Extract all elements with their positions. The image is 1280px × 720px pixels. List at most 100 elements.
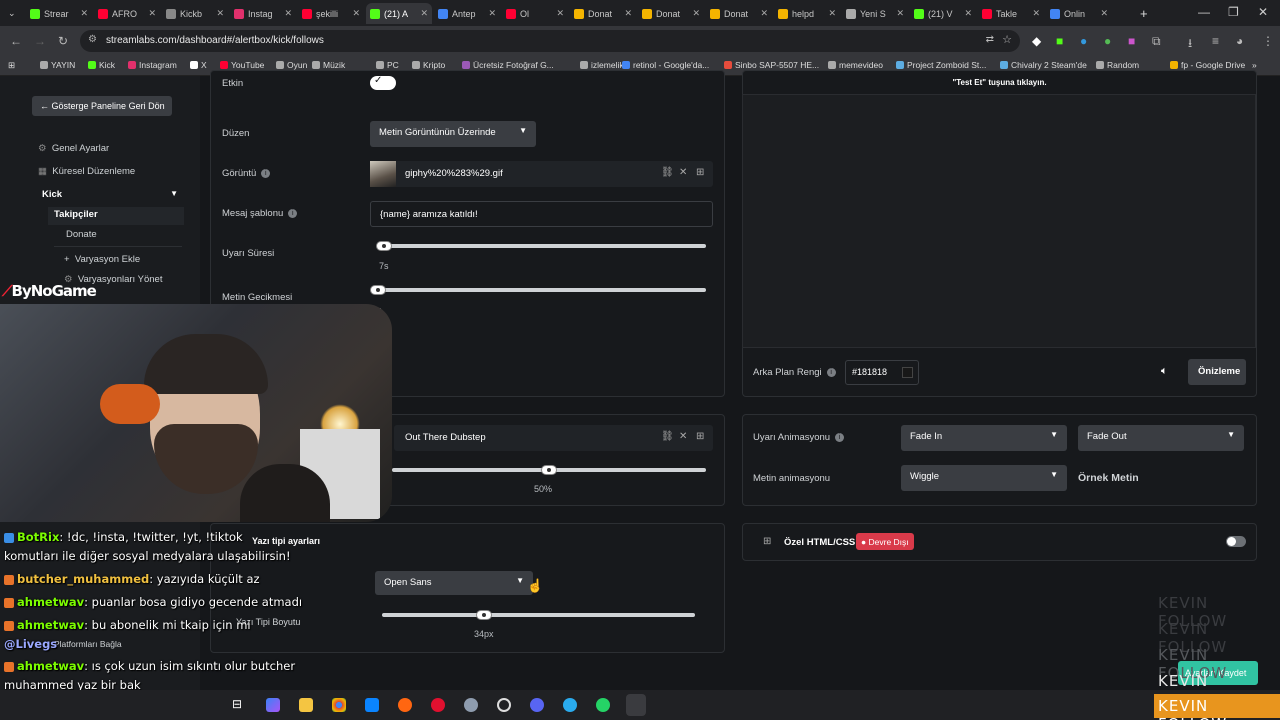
close-icon[interactable]: ✕ [679,167,687,178]
bookmark-item[interactable]: Sinbo SAP-5507 HE... [724,60,819,70]
tab-close-icon[interactable]: ✕ [624,8,632,19]
extension-icon-3[interactable]: ● [1104,34,1111,48]
font-size-slider-track[interactable] [382,613,695,617]
volume-slider-knob[interactable] [541,465,557,475]
tab-close-icon[interactable]: ✕ [1032,8,1040,19]
obs-icon[interactable] [497,698,511,712]
bg-color-input[interactable]: #181818 [845,360,919,385]
browser-tab[interactable]: helpd ✕ [774,3,840,24]
tab-close-icon[interactable]: ✕ [828,8,836,19]
browser-tab[interactable]: (21) V ✕ [910,3,976,24]
grid-icon[interactable]: ⊞ [696,167,704,178]
tab-close-icon[interactable]: ✕ [352,8,360,19]
sidebar-item-kick[interactable]: Kick ▼ [42,189,184,200]
browser-tab[interactable]: AFRO ✕ [94,3,160,24]
sidebar-item-platform[interactable]: Platformları Bağla [54,639,122,649]
back-to-dashboard-button[interactable]: ← Gösterge Paneline Geri Dön [32,96,172,116]
whatsapp-icon[interactable] [596,698,610,712]
browser-tab[interactable]: Ol ✕ [502,3,568,24]
browser-tab[interactable]: Antep ✕ [434,3,500,24]
firefox-icon[interactable] [398,698,412,712]
bookmark-item[interactable]: X [190,60,207,70]
bookmark-item[interactable]: Kick [88,60,115,70]
link-icon[interactable]: ⛓ [661,167,674,178]
tab-close-icon[interactable]: ✕ [896,8,904,19]
browser-tab[interactable]: (21) A ✕ [366,3,432,24]
file-explorer-icon[interactable] [299,698,313,712]
font-select[interactable]: Open Sans ▼ [375,571,533,595]
enabled-toggle[interactable]: ✓ [370,75,396,90]
browser-tab[interactable]: Strear ✕ [26,3,92,24]
tab-close-icon[interactable]: ✕ [556,8,564,19]
sidebar-item-followers[interactable]: Takipçiler [48,207,184,225]
menu-dots-icon[interactable]: ⋮ [1262,34,1274,48]
reload-icon[interactable]: ↻ [58,34,68,48]
duration-slider-track[interactable] [378,244,706,248]
profile-avatar-icon[interactable]: ◕ [1236,34,1243,48]
delay-slider-knob[interactable] [370,285,386,295]
bookmark-item[interactable]: Instagram [128,60,177,70]
browser-tab[interactable]: şekilli ✕ [298,3,364,24]
bookmark-item[interactable]: YouTube [220,60,264,70]
chrome-active-icon[interactable] [626,694,646,716]
tab-close-icon[interactable]: ✕ [692,8,700,19]
tab-close-icon[interactable]: ✕ [80,8,88,19]
media-control-icon[interactable]: ≡ [1212,34,1219,48]
translate-icon[interactable]: ⇄ [986,34,994,45]
bookmarks-more-icon[interactable]: » [1252,60,1257,70]
telegram-icon[interactable] [563,698,577,712]
duration-slider-knob[interactable] [376,241,392,251]
info-icon[interactable]: i [826,367,836,377]
task-view-icon[interactable]: ⊟ [232,697,246,711]
speaker-icon[interactable]: 🔈︎ [1161,365,1168,378]
tab-close-icon[interactable]: ✕ [420,8,428,19]
bookmark-item[interactable]: Random [1096,60,1139,70]
apps-grid-icon[interactable]: ⊞ [8,60,15,71]
grid-icon[interactable]: ⊞ [696,431,704,442]
tab-close-icon[interactable]: ✕ [284,8,292,19]
expand-plus-icon[interactable]: ⊞ [763,536,771,547]
minimize-icon[interactable]: — [1198,5,1210,19]
browser-tab[interactable]: Yeni S ✕ [842,3,908,24]
tab-search-icon[interactable]: ⌄ [4,3,24,24]
bookmark-item[interactable]: Oyun [276,60,307,70]
info-icon[interactable]: i [261,168,271,178]
delay-slider-track[interactable] [372,288,706,292]
info-icon[interactable]: i [288,208,298,218]
text-animation-select[interactable]: Wiggle ▼ [901,465,1067,491]
sidebar-item-general[interactable]: ⚙ Genel Ayarlar [38,143,109,154]
tab-close-icon[interactable]: ✕ [488,8,496,19]
bookmark-item[interactable]: izlemelik [580,60,624,70]
mail-icon[interactable] [365,698,379,712]
copilot-icon[interactable] [266,698,280,712]
url-field[interactable]: ⚙ streamlabs.com/dashboard#/alertbox/kic… [80,30,1020,52]
chrome-icon[interactable] [332,698,346,712]
browser-tab[interactable]: Donat ✕ [570,3,636,24]
discord-icon[interactable] [530,698,544,712]
animation-in-select[interactable]: Fade In ▼ [901,425,1067,451]
font-size-slider-knob[interactable] [476,610,492,620]
bookmark-item[interactable]: Chivalry 2 Steam'de [1000,60,1087,70]
restore-icon[interactable]: ❐ [1228,5,1239,19]
opera-icon[interactable] [431,698,445,712]
bookmark-item[interactable]: Müzik [312,60,345,70]
template-input[interactable]: {name} aramıza katıldı! [370,201,713,227]
bookmark-star-icon[interactable]: ☆ [1002,33,1012,46]
close-icon[interactable]: ✕ [679,431,687,442]
info-icon[interactable]: i [835,432,845,442]
forward-arrow-icon[interactable]: → [34,34,46,48]
tab-close-icon[interactable]: ✕ [964,8,972,19]
bookmark-item[interactable]: fp - Google Drive [1170,60,1245,70]
custom-html-toggle[interactable] [1226,536,1246,547]
layout-select[interactable]: Metin Görüntünün Üzerinde ▼ [370,121,536,147]
bookmark-item[interactable]: Project Zomboid St... [896,60,986,70]
animation-out-select[interactable]: Fade Out ▼ [1078,425,1244,451]
bookmark-item[interactable]: retinol - Google'da... [622,60,709,70]
sidebar-item-global[interactable]: ▦ Küresel Düzenleme [38,166,135,177]
add-variation-button[interactable]: + Varyasyon Ekle [64,254,140,265]
bookmark-item[interactable]: PC [376,60,399,70]
bookmark-item[interactable]: Ücretsiz Fotoğraf G... [462,60,554,70]
app-icon[interactable] [464,698,478,712]
sidebar-item-donate[interactable]: Donate [66,229,97,240]
browser-tab[interactable]: Kickb ✕ [162,3,228,24]
